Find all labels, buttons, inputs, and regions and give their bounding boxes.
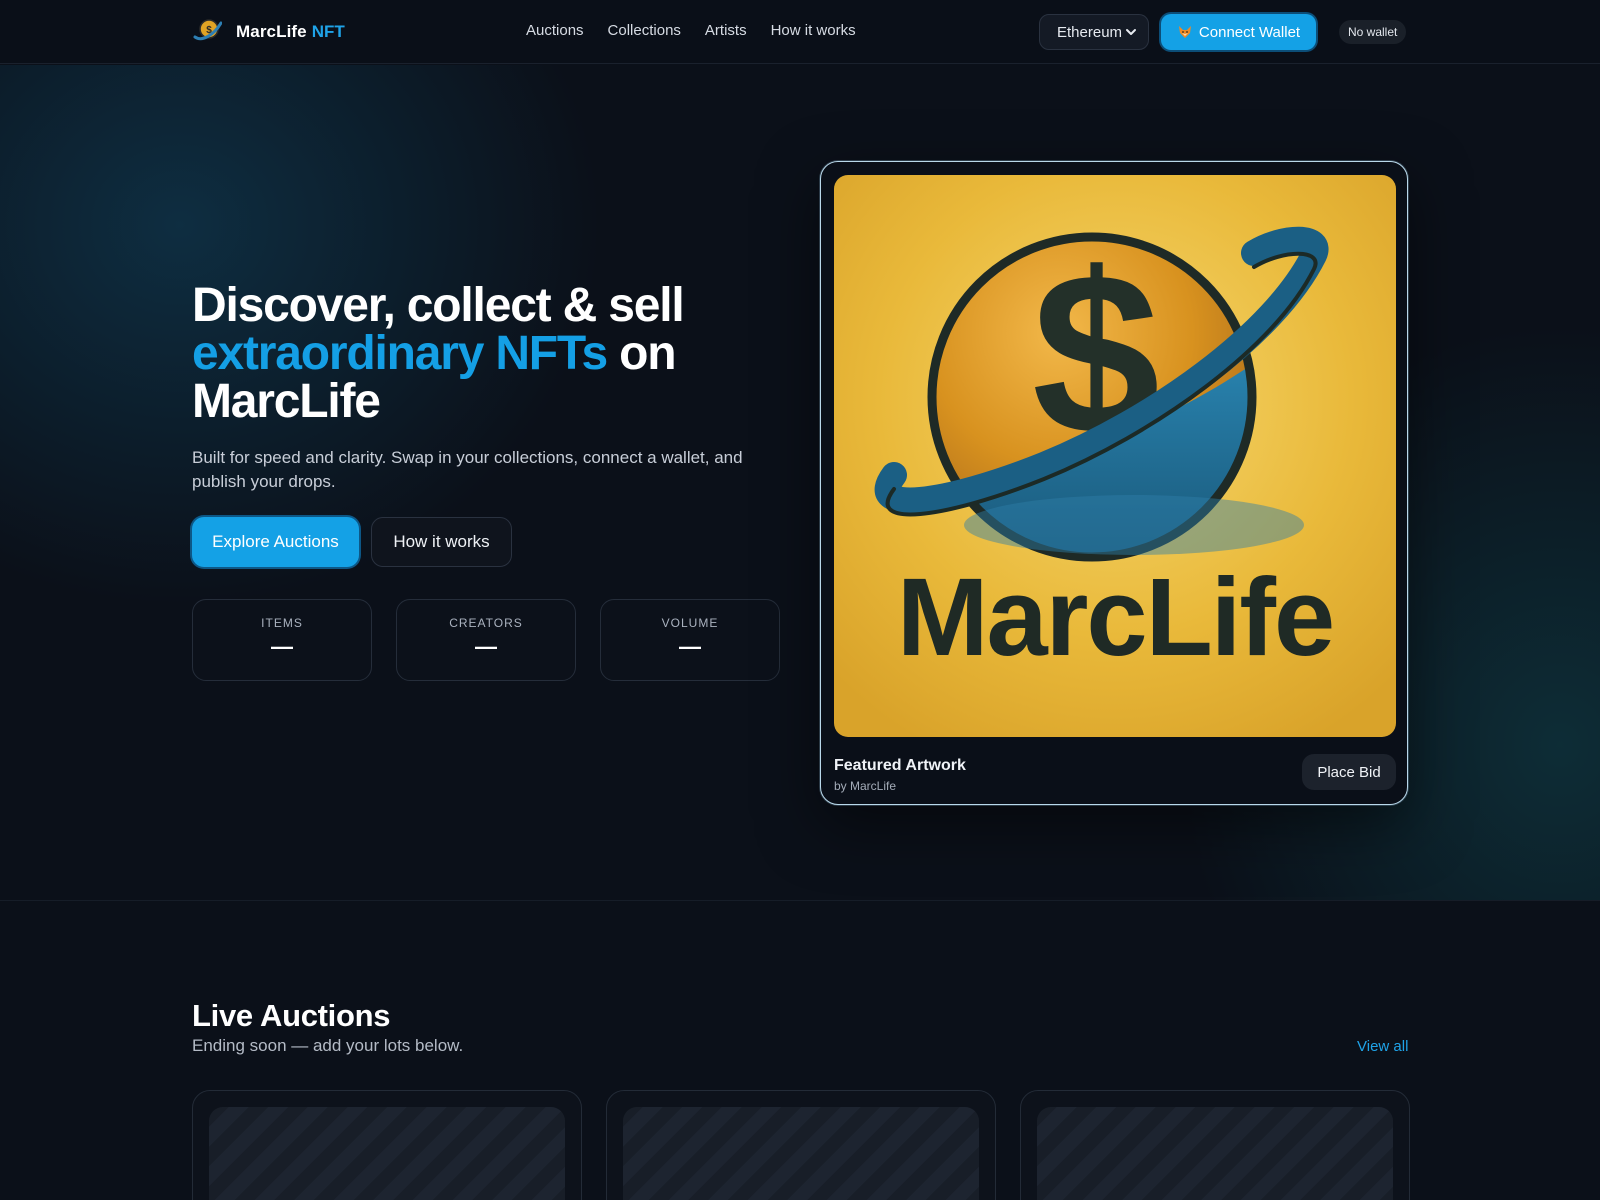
stat-volume: VOLUME —	[600, 599, 780, 681]
network-select[interactable]: Ethereum	[1039, 14, 1149, 50]
featured-title: Featured Artwork	[834, 757, 966, 774]
wallet-status-badge: No wallet	[1339, 20, 1407, 44]
hero-title: Discover, collect & sell extraordinary N…	[192, 282, 772, 426]
stat-value: —	[271, 634, 293, 659]
connect-wallet-label: Connect Wallet	[1198, 23, 1301, 41]
hero-subtitle: Built for speed and clarity. Swap in you…	[192, 448, 743, 491]
explore-auctions-button[interactable]: Explore Auctions	[192, 517, 359, 567]
brand-name: MarcLife	[236, 22, 307, 41]
place-bid-button[interactable]: Place Bid	[1302, 754, 1396, 790]
chevron-down-icon	[1126, 29, 1136, 35]
hero-title-line3: MarcLife	[192, 375, 381, 428]
brand-accent: NFT	[311, 22, 345, 41]
auction-thumbnail-placeholder	[623, 1107, 979, 1200]
brand-logo-icon: $	[193, 19, 222, 41]
stat-label: CREATORS	[449, 616, 523, 630]
stat-items: ITEMS —	[192, 599, 372, 681]
stat-value: —	[679, 634, 701, 659]
connect-wallet-button[interactable]: Connect Wallet	[1161, 14, 1316, 50]
artwork-text: MarcLife	[897, 556, 1333, 679]
top-navigation: $ MarcLife NFT Auctions Collections Arti…	[0, 0, 1600, 64]
marclife-artwork: $ MarcLife	[834, 175, 1396, 737]
stat-creators: CREATORS —	[396, 599, 576, 681]
view-all-link[interactable]: View all	[1357, 1038, 1408, 1055]
live-auctions-subtitle: Ending soon — add your lots below.	[192, 1036, 464, 1055]
featured-artwork-image[interactable]: $ MarcLife	[834, 175, 1396, 737]
brand[interactable]: $ MarcLife NFT	[192, 16, 345, 48]
hero-title-on: on	[606, 327, 676, 380]
auction-thumbnail-placeholder	[1037, 1107, 1393, 1200]
featured-artwork-card[interactable]: $ MarcLife Featured Artwork by MarcLife …	[820, 161, 1408, 805]
auction-card[interactable]	[1020, 1090, 1410, 1200]
nav-link-artists[interactable]: Artists	[705, 22, 747, 39]
nav-link-how-it-works[interactable]: How it works	[771, 22, 856, 39]
network-selected-value: Ethereum	[1057, 23, 1123, 41]
auction-thumbnail-placeholder	[209, 1107, 565, 1200]
stat-label: ITEMS	[261, 616, 303, 630]
how-it-works-button[interactable]: How it works	[371, 517, 512, 567]
stat-label: VOLUME	[661, 616, 719, 630]
auction-card[interactable]	[192, 1090, 582, 1200]
auction-card[interactable]	[606, 1090, 996, 1200]
hero-title-accent: extraordinary NFTs	[192, 327, 608, 380]
featured-creator[interactable]: by MarcLife	[834, 779, 896, 793]
stat-value: —	[475, 634, 497, 659]
nav-link-auctions[interactable]: Auctions	[526, 22, 584, 39]
main-nav-links: Auctions Collections Artists How it work…	[526, 22, 856, 39]
live-auctions-title: Live Auctions	[192, 998, 391, 1033]
nav-link-collections[interactable]: Collections	[608, 22, 681, 39]
hero-title-line1: Discover, collect & sell	[192, 279, 685, 332]
fox-icon	[1178, 26, 1191, 38]
